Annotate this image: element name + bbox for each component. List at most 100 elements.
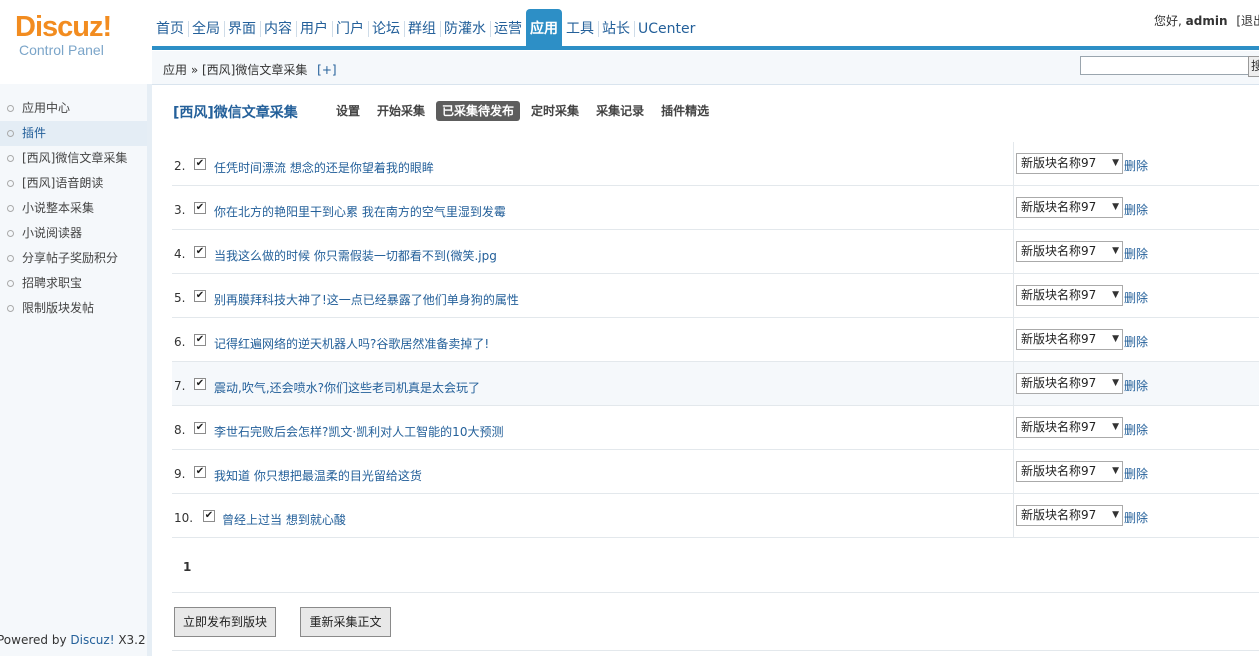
- sidebar-item[interactable]: [西风]语音朗读: [0, 171, 147, 196]
- article-title-link[interactable]: 记得红遍网络的逆天机器人吗?谷歌居然准备卖掉了!: [214, 335, 489, 352]
- plugin-tab[interactable]: 插件精选: [655, 101, 715, 121]
- article-title-link[interactable]: 曾经上过当 想到就心酸: [222, 511, 346, 528]
- sidebar-item[interactable]: 分享帖子奖励积分: [0, 246, 147, 271]
- delete-link[interactable]: 删除: [1124, 465, 1148, 482]
- search-input[interactable]: [1080, 56, 1249, 75]
- article-checkbox[interactable]: ✔: [194, 334, 206, 346]
- block-select[interactable]: 新版块名称97 ▼: [1016, 329, 1123, 350]
- divider: [172, 592, 1259, 593]
- article-title-link[interactable]: 任凭时间漂流 想念的还是你望着我的眼眸: [214, 159, 434, 176]
- article-checkbox[interactable]: ✔: [194, 466, 206, 478]
- delete-link[interactable]: 删除: [1124, 421, 1148, 438]
- article-checkbox[interactable]: ✔: [194, 378, 206, 390]
- dropdown-arrow-icon: ▼: [1112, 466, 1119, 476]
- delete-link[interactable]: 删除: [1124, 245, 1148, 262]
- add-shortcut-link[interactable]: [+]: [317, 63, 336, 77]
- pager-current-page[interactable]: 1: [183, 560, 191, 574]
- top-nav: 首页 全局 界面 内容 用户 门户 论坛 群组 防灌水 运营 应用 工具 站长 UCenter: [152, 9, 699, 46]
- powered-brand-link[interactable]: Discuz!: [70, 633, 114, 647]
- block-select[interactable]: 新版块名称97 ▼: [1016, 285, 1123, 306]
- greeting: 您好,: [1154, 14, 1182, 28]
- article-checkbox[interactable]: ✔: [194, 158, 206, 170]
- sidebar-item-label: 插件: [22, 126, 47, 140]
- plugin-title: [西风]微信文章采集: [173, 105, 298, 121]
- article-title-link[interactable]: 你在北方的艳阳里干到心累 我在南方的空气里湿到发霉: [214, 203, 506, 220]
- top-nav-item[interactable]: 论坛: [368, 9, 404, 46]
- top-nav-item[interactable]: 站长: [598, 9, 634, 46]
- sidebar-item[interactable]: 小说阅读器: [0, 221, 147, 246]
- plugin-tab[interactable]: 开始采集: [371, 101, 431, 121]
- article-checkbox[interactable]: ✔: [194, 290, 206, 302]
- top-nav-item[interactable]: 用户: [296, 9, 332, 46]
- dropdown-arrow-icon: ▼: [1112, 378, 1119, 388]
- top-nav-item[interactable]: 应用: [526, 9, 562, 46]
- article-title-link[interactable]: 李世石完败后会怎样?凯文·凯利对人工智能的10大预测: [214, 423, 503, 440]
- discuz-logo[interactable]: Discuz! Control Panel: [15, 12, 145, 62]
- block-select[interactable]: 新版块名称97 ▼: [1016, 197, 1123, 218]
- block-select[interactable]: 新版块名称97 ▼: [1016, 153, 1123, 174]
- delete-link[interactable]: 删除: [1124, 201, 1148, 218]
- plugin-tab[interactable]: 采集记录: [590, 101, 650, 121]
- delete-link[interactable]: 删除: [1124, 157, 1148, 174]
- block-select[interactable]: 新版块名称97 ▼: [1016, 461, 1123, 482]
- article-row: 3. ✔ 你在北方的艳阳里干到心累 我在南方的空气里湿到发霉 新版块名称97 ▼ 删除: [172, 186, 1259, 230]
- plugin-tab[interactable]: 已采集待发布: [436, 101, 521, 121]
- column-divider: [1013, 406, 1014, 449]
- block-select[interactable]: 新版块名称97 ▼: [1016, 505, 1123, 526]
- row-number: 8.: [174, 423, 186, 437]
- top-nav-item[interactable]: 运营: [490, 9, 526, 46]
- block-select-value: 新版块名称97: [1021, 508, 1097, 522]
- top-nav-item[interactable]: 防灌水: [440, 9, 490, 46]
- article-row: 4. ✔ 当我这么做的时候 你只需假装一切都看不到(微笑.jpg 新版块名称97 ▼ 删除: [172, 230, 1259, 274]
- article-title-link[interactable]: 当我这么做的时候 你只需假装一切都看不到(微笑.jpg: [214, 247, 497, 264]
- sidebar-item[interactable]: 应用中心: [0, 96, 147, 121]
- sidebar-item-label: 分享帖子奖励积分: [22, 251, 119, 265]
- top-nav-item[interactable]: 首页: [152, 9, 188, 46]
- sidebar-item[interactable]: [西风]微信文章采集: [0, 146, 147, 171]
- plugin-tab[interactable]: 定时采集: [525, 101, 585, 121]
- publish-to-forum-button[interactable]: 立即发布到版块: [174, 607, 276, 637]
- article-checkbox[interactable]: ✔: [194, 422, 206, 434]
- column-divider: [1013, 450, 1014, 493]
- delete-link[interactable]: 删除: [1124, 377, 1148, 394]
- top-nav-item[interactable]: 门户: [332, 9, 368, 46]
- sidebar-item[interactable]: 招聘求职宝: [0, 271, 147, 296]
- powered-prefix: Powered by: [0, 633, 71, 647]
- header: Discuz! Control Panel 首页 全局 界面 内容 用户 门户 论坛 群组 防灌…: [0, 0, 1259, 58]
- top-nav-item[interactable]: UCenter: [634, 9, 699, 46]
- article-checkbox[interactable]: ✔: [203, 510, 215, 522]
- article-checkbox[interactable]: ✔: [194, 246, 206, 258]
- sidebar-item[interactable]: 插件: [0, 121, 147, 146]
- top-nav-item[interactable]: 群组: [404, 9, 440, 46]
- logout-link[interactable]: [退出: [1236, 14, 1259, 28]
- delete-link[interactable]: 删除: [1124, 333, 1148, 350]
- article-checkbox[interactable]: ✔: [194, 202, 206, 214]
- article-title-link[interactable]: 我知道 你只想把最温柔的目光留给这货: [214, 467, 422, 484]
- top-nav-item[interactable]: 界面: [224, 9, 260, 46]
- breadcrumb-path[interactable]: 应用 » [西风]微信文章采集: [163, 63, 307, 77]
- top-nav-item[interactable]: 内容: [260, 9, 296, 46]
- search-button[interactable]: 搜: [1248, 56, 1259, 77]
- row-number: 6.: [174, 335, 186, 349]
- article-title-link[interactable]: 震动,吹气,还会喷水?你们这些老司机真是太会玩了: [214, 379, 480, 396]
- sidebar-item[interactable]: 限制版块发帖: [0, 296, 147, 321]
- block-select-value: 新版块名称97: [1021, 376, 1097, 390]
- sidebar-item-label: 小说阅读器: [22, 226, 83, 240]
- block-select[interactable]: 新版块名称97 ▼: [1016, 417, 1123, 438]
- bullet-icon: [7, 255, 14, 262]
- dropdown-arrow-icon: ▼: [1112, 334, 1119, 344]
- plugin-tabs: 设置 开始采集 已采集待发布 定时采集 采集记录 插件精选: [330, 101, 720, 121]
- sidebar-item-label: 应用中心: [22, 101, 71, 115]
- block-select[interactable]: 新版块名称97 ▼: [1016, 241, 1123, 262]
- row-number: 9.: [174, 467, 186, 481]
- block-select[interactable]: 新版块名称97 ▼: [1016, 373, 1123, 394]
- recollect-content-button[interactable]: 重新采集正文: [300, 607, 391, 637]
- block-select-value: 新版块名称97: [1021, 420, 1097, 434]
- delete-link[interactable]: 删除: [1124, 289, 1148, 306]
- sidebar-item[interactable]: 小说整本采集: [0, 196, 147, 221]
- article-title-link[interactable]: 别再膜拜科技大神了!这一点已经暴露了他们单身狗的属性: [214, 291, 519, 308]
- top-nav-item[interactable]: 工具: [562, 9, 598, 46]
- plugin-tab[interactable]: 设置: [330, 101, 366, 121]
- delete-link[interactable]: 删除: [1124, 509, 1148, 526]
- top-nav-item[interactable]: 全局: [188, 9, 224, 46]
